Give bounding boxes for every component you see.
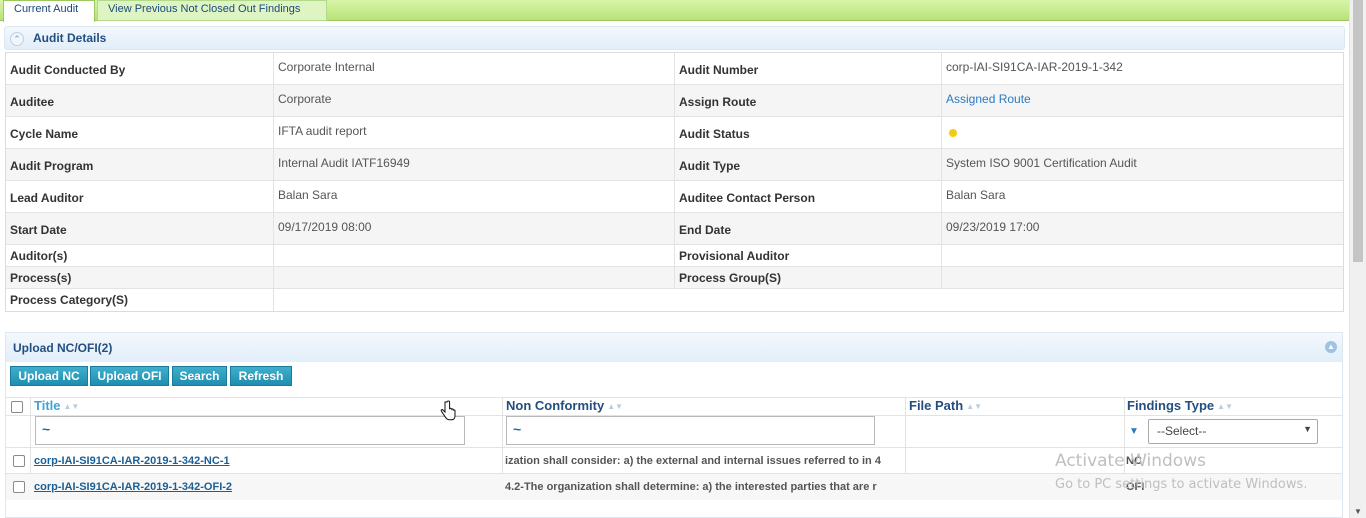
field-value: Balan Sara xyxy=(946,188,1006,202)
select-all-checkbox[interactable] xyxy=(11,401,23,413)
non-conformity-filter-input[interactable]: ~ xyxy=(506,416,875,445)
findings-type-select[interactable]: --Select-- ▼ xyxy=(1148,419,1318,444)
tab-previous-findings[interactable]: View Previous Not Closed Out Findings xyxy=(97,0,327,21)
tab-bar: Current Audit View Previous Not Closed O… xyxy=(0,0,1349,22)
audit-details-grid: Audit Conducted By Corporate Internal Au… xyxy=(5,52,1344,312)
field-label: Assign Route xyxy=(675,85,942,116)
field-value xyxy=(274,289,675,311)
finding-title-link[interactable]: corp-IAI-SI91CA-IAR-2019-1-342-NC-1 xyxy=(34,455,230,467)
field-value xyxy=(274,245,675,266)
field-label: Audit Number xyxy=(675,53,942,84)
sort-icon: ▲▼ xyxy=(1217,402,1233,411)
sort-icon: ▲▼ xyxy=(966,402,983,411)
details-row: Audit Program Internal Audit IATF16949 A… xyxy=(6,149,1343,181)
field-label: Cycle Name xyxy=(6,117,274,148)
field-value: IFTA audit report xyxy=(274,117,675,148)
finding-title-link[interactable]: corp-IAI-SI91CA-IAR-2019-1-342-OFI-2 xyxy=(34,481,232,493)
column-label: File Path xyxy=(909,398,964,413)
field-value xyxy=(274,267,675,288)
field-value: Internal Audit IATF16949 xyxy=(274,149,675,180)
watermark-line2: Go to PC settings to activate Windows. xyxy=(1055,477,1308,492)
field-label: Audit Conducted By xyxy=(6,53,274,84)
refresh-button[interactable]: Refresh xyxy=(230,366,292,386)
upload-ofi-button[interactable]: Upload OFI xyxy=(90,366,169,386)
field-value xyxy=(942,267,1343,288)
select-value: --Select-- xyxy=(1157,424,1207,438)
field-label: Process(s) xyxy=(6,267,274,288)
hand-cursor-icon xyxy=(440,400,456,421)
search-button[interactable]: Search xyxy=(172,366,227,386)
column-label: Findings Type xyxy=(1127,398,1215,413)
chevron-down-icon: ▼ xyxy=(1303,424,1312,434)
watermark-line1: Activate Windows xyxy=(1055,451,1206,471)
details-row: Auditor(s) Provisional Auditor xyxy=(6,245,1343,267)
field-value: System ISO 9001 Certification Audit xyxy=(946,156,1137,170)
scrollbar-thumb[interactable] xyxy=(1353,0,1363,262)
field-label: Start Date xyxy=(6,213,274,244)
details-row: Audit Conducted By Corporate Internal Au… xyxy=(6,53,1343,85)
field-label: Provisional Auditor xyxy=(675,245,942,266)
field-label: Process Category(S) xyxy=(6,289,274,311)
field-label: Process Group(S) xyxy=(675,267,942,288)
upload-nc-button[interactable]: Upload NC xyxy=(10,366,88,386)
details-row: Cycle Name IFTA audit report Audit Statu… xyxy=(6,117,1343,149)
collapse-icon[interactable]: ▲ xyxy=(1325,341,1337,353)
field-label: Audit Program xyxy=(6,149,274,180)
field-value: 09/23/2019 17:00 xyxy=(946,220,1040,234)
row-checkbox[interactable] xyxy=(13,455,25,467)
sort-icon: ▲▼ xyxy=(63,402,80,411)
vertical-scrollbar[interactable]: ▼ xyxy=(1349,0,1366,518)
details-row: Process Category(S) xyxy=(6,289,1343,311)
field-label: Audit Type xyxy=(675,149,942,180)
audit-number-value: corp-IAI-SI91CA-IAR-2019-1-342 xyxy=(946,60,1123,74)
title-filter-input[interactable]: ~ xyxy=(35,416,465,445)
details-row: Auditee Corporate Assign Route Assigned … xyxy=(6,85,1343,117)
column-header-file-path[interactable]: File Path ▲▼ xyxy=(909,398,982,416)
field-value: Assigned Route xyxy=(942,85,1343,116)
filter-icon[interactable]: ▼ xyxy=(1129,426,1139,437)
column-label: Non Conformity xyxy=(506,398,605,413)
column-header-title[interactable]: Title ▲▼ xyxy=(34,398,79,416)
field-label: Audit Status xyxy=(675,117,942,148)
chevron-up-icon[interactable]: ⌃ xyxy=(10,32,24,46)
field-value: Corporate xyxy=(274,85,675,116)
field-label: End Date xyxy=(675,213,942,244)
field-label: Auditor(s) xyxy=(6,245,274,266)
field-value: 09/17/2019 08:00 xyxy=(274,213,675,244)
status-indicator-icon xyxy=(949,129,957,137)
non-conformity-text: ization shall consider: a) the external … xyxy=(505,455,881,467)
field-label: Auditee xyxy=(6,85,274,116)
field-label: Lead Auditor xyxy=(6,181,274,212)
field-label: Auditee Contact Person xyxy=(675,181,942,212)
details-row: Process(s) Process Group(S) xyxy=(6,267,1343,289)
sort-icon: ▲▼ xyxy=(607,402,624,411)
upload-panel-header: Upload NC/OFI(2) ▲ xyxy=(6,333,1342,362)
non-conformity-text: 4.2-The organization shall determine: a)… xyxy=(505,481,877,493)
audit-details-header: ⌃ Audit Details xyxy=(4,26,1345,50)
field-value xyxy=(942,117,1343,148)
audit-details-title: Audit Details xyxy=(33,31,107,45)
field-value: Corporate Internal xyxy=(274,53,675,84)
field-value xyxy=(942,245,1343,266)
details-row: Start Date 09/17/2019 08:00 End Date 09/… xyxy=(6,213,1343,245)
column-header-non-conformity[interactable]: Non Conformity ▲▼ xyxy=(506,398,623,416)
details-row: Lead Auditor Balan Sara Auditee Contact … xyxy=(6,181,1343,213)
scroll-down-icon[interactable]: ▼ xyxy=(1354,507,1362,516)
row-checkbox[interactable] xyxy=(13,481,25,493)
field-value: Balan Sara xyxy=(274,181,675,212)
tab-current-audit[interactable]: Current Audit xyxy=(3,0,95,22)
column-label: Title xyxy=(34,398,61,413)
upload-panel-title: Upload NC/OFI(2) xyxy=(13,341,113,355)
assigned-route-link[interactable]: Assigned Route xyxy=(946,92,1031,106)
activation-watermark: Activate Windows Go to PC settings to ac… xyxy=(1055,451,1307,492)
column-header-findings-type[interactable]: Findings Type ▲▼ xyxy=(1127,398,1233,416)
